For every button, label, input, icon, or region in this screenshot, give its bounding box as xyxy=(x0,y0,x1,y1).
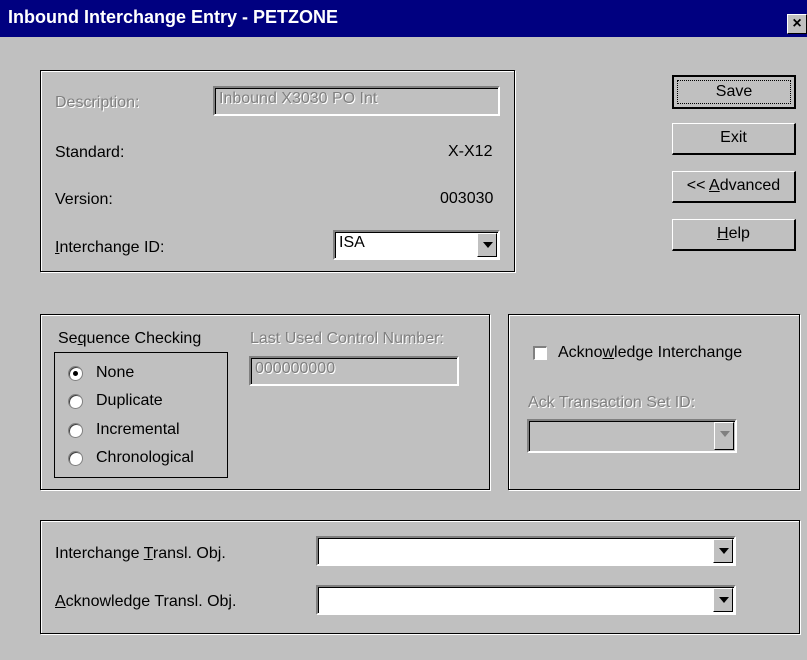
sequence-heading: Sequence Checking xyxy=(58,330,202,347)
chevron-down-icon[interactable] xyxy=(714,422,734,450)
chevron-down-icon[interactable] xyxy=(477,233,497,257)
exit-button[interactable]: Exit xyxy=(672,123,796,155)
standard-value: X-X12 xyxy=(448,143,493,160)
last-used-field[interactable]: 000000000 xyxy=(249,356,459,386)
close-button[interactable]: × xyxy=(787,14,807,34)
radio-chronological-label[interactable]: Chronological xyxy=(96,449,194,467)
chevron-down-icon[interactable] xyxy=(713,588,733,612)
radio-incremental[interactable] xyxy=(68,423,83,438)
help-button[interactable]: Help xyxy=(672,219,796,251)
title-bar: Inbound Interchange Entry - PETZONE × xyxy=(0,0,807,37)
ack-transl-select[interactable] xyxy=(316,585,736,615)
radio-chronological[interactable] xyxy=(68,451,83,466)
radio-none[interactable] xyxy=(68,366,83,381)
ack-transl-label: Acknowledge Transl. Obj. xyxy=(55,593,237,610)
description-value: Inbound X3030 PO Int xyxy=(219,90,378,107)
interchange-id-label-text: nterchange ID: xyxy=(59,239,165,256)
standard-label: Standard: xyxy=(55,144,125,161)
version-label: Version: xyxy=(55,191,113,208)
acknowledge-label[interactable]: Acknowledge Interchange xyxy=(558,344,742,362)
interchange-id-select[interactable]: ISA xyxy=(333,230,500,260)
advanced-button[interactable]: << Advanced xyxy=(672,171,796,203)
chevron-down-icon[interactable] xyxy=(713,539,733,563)
description-label: Description: xyxy=(55,94,140,111)
last-used-label: Last Used Control Number: xyxy=(250,330,444,347)
window-title: Inbound Interchange Entry - PETZONE xyxy=(8,7,339,27)
dialog-window: Inbound Interchange Entry - PETZONE × De… xyxy=(0,0,807,660)
version-value: 003030 xyxy=(440,190,494,207)
radio-incremental-label[interactable]: Incremental xyxy=(96,421,180,439)
interchange-transl-select[interactable] xyxy=(316,536,736,566)
ack-set-id-select[interactable] xyxy=(527,419,737,453)
radio-duplicate[interactable] xyxy=(68,394,83,409)
acknowledge-checkbox[interactable] xyxy=(533,346,547,360)
ack-set-id-label: Ack Transaction Set ID: xyxy=(528,394,696,411)
last-used-value: 000000000 xyxy=(255,360,336,377)
description-field[interactable]: Inbound X3030 PO Int xyxy=(213,86,500,116)
radio-duplicate-label[interactable]: Duplicate xyxy=(96,392,163,410)
save-button-label: Save xyxy=(677,80,791,104)
interchange-id-label: Interchange ID: xyxy=(55,239,165,256)
radio-none-label[interactable]: None xyxy=(96,364,134,382)
interchange-transl-label: Interchange Transl. Obj. xyxy=(55,545,226,562)
interchange-id-value: ISA xyxy=(339,234,365,251)
save-button[interactable]: Save xyxy=(672,75,796,109)
